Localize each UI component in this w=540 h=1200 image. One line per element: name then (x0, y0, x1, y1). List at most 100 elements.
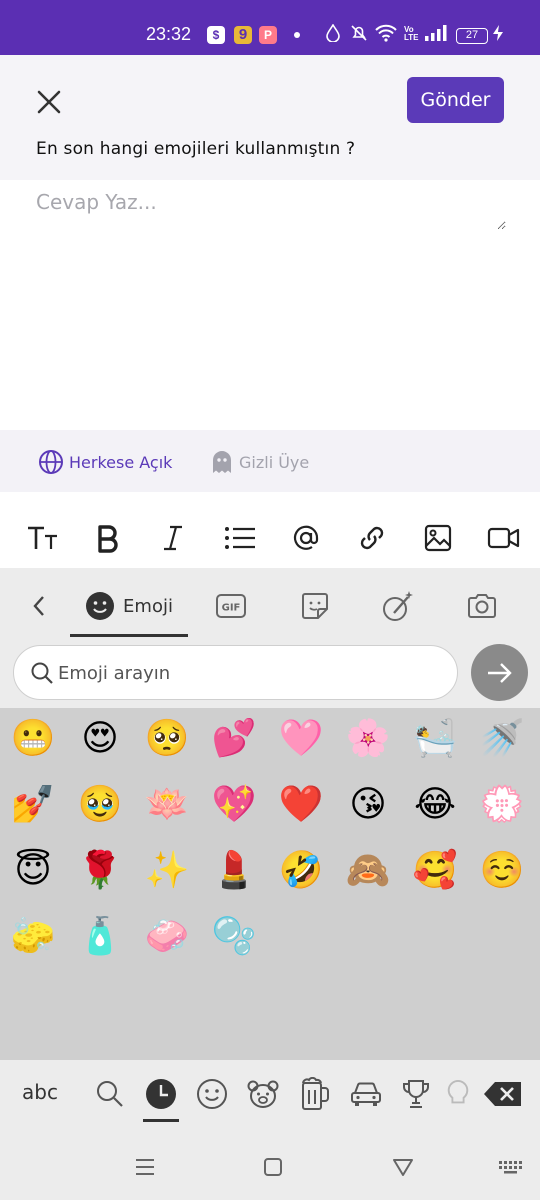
emoji-key[interactable]: ❤️ (271, 774, 331, 834)
video-button[interactable] (486, 520, 522, 556)
trophy-icon (403, 1080, 429, 1108)
emoji-key[interactable]: 💖 (204, 774, 264, 834)
emoji-key[interactable]: 🥹 (70, 774, 130, 834)
lightbulb-icon (447, 1079, 469, 1104)
back-nav-button[interactable] (388, 1152, 418, 1182)
category-travel[interactable] (346, 1074, 386, 1114)
emoji-key[interactable]: 💅 (3, 774, 63, 834)
emoji-key[interactable]: 🫧 (204, 906, 264, 966)
camera-button[interactable] (464, 588, 500, 624)
emoji-key[interactable]: 🌸 (338, 708, 398, 768)
at-sign-icon (293, 525, 319, 550)
emoji-key[interactable]: 🧼 (137, 906, 197, 966)
emoji-key[interactable]: ☺️ (472, 840, 532, 900)
globe-icon (39, 450, 63, 474)
close-button[interactable] (30, 83, 68, 121)
video-icon (487, 527, 520, 549)
category-search[interactable] (90, 1074, 130, 1114)
keyboard-tabs: Emoji GIF (0, 568, 540, 640)
gif-icon: GIF (216, 594, 246, 618)
emoji-key[interactable]: 🪷 (137, 774, 197, 834)
emoji-key[interactable]: 🤣 (271, 840, 331, 900)
system-nav-bar (0, 1136, 540, 1200)
category-animals[interactable] (243, 1074, 283, 1114)
emoji-key[interactable]: 😬 (3, 708, 63, 768)
emoji-key[interactable]: 🛀 (405, 708, 465, 768)
home-button[interactable] (258, 1152, 288, 1182)
app-notification-icon: $ (207, 26, 225, 44)
emoji-key[interactable]: 🙈 (338, 840, 398, 900)
tab-emoji-kitchen[interactable] (380, 588, 416, 624)
keyboard-switch-button[interactable] (496, 1152, 526, 1182)
volte-label: Vo LTE (404, 25, 419, 42)
close-icon (37, 90, 61, 114)
water-drop-icon (326, 23, 340, 47)
status-bar: 23:32 $ 9 P Vo LTE 27 (0, 0, 540, 55)
public-option-label: Herkese Açık (69, 452, 173, 472)
link-icon (360, 526, 384, 550)
battery-indicator: 27 (456, 28, 488, 44)
emoji-key[interactable]: ✨ (137, 840, 197, 900)
category-smileys[interactable] (192, 1074, 232, 1114)
search-go-button[interactable] (471, 644, 528, 701)
abc-button[interactable]: abc (22, 1080, 58, 1104)
recent-apps-button[interactable] (130, 1152, 160, 1182)
category-activities[interactable] (396, 1074, 436, 1114)
gif-label: GIF (222, 603, 241, 614)
emoji-key[interactable]: 😂 (405, 774, 465, 834)
public-option[interactable]: Herkese Açık (38, 448, 172, 476)
tab-gif[interactable]: GIF (213, 588, 249, 624)
emoji-search-row (0, 640, 540, 708)
anonymous-option-label: Gizli Üye (239, 452, 310, 472)
emoji-key[interactable]: 😘 (338, 774, 398, 834)
emoji-key[interactable]: 🩷 (271, 708, 331, 768)
list-button[interactable] (222, 520, 258, 556)
more-notifications-dot (294, 32, 300, 38)
emoji-key[interactable]: 🥺 (137, 708, 197, 768)
mention-button[interactable] (288, 520, 324, 556)
emoji-categories: abc (0, 1060, 540, 1136)
answer-area (0, 180, 540, 430)
text-size-button[interactable] (25, 520, 61, 556)
chevron-left-icon (33, 596, 44, 616)
back-button[interactable] (24, 588, 54, 624)
image-button[interactable] (420, 520, 456, 556)
answer-input[interactable] (36, 190, 506, 230)
backspace-icon (484, 1082, 521, 1106)
triangle-icon (393, 1159, 413, 1176)
emoji-key[interactable]: 🌹 (70, 840, 130, 900)
arrow-right-icon (487, 662, 512, 683)
search-icon (30, 661, 54, 689)
backspace-button[interactable] (482, 1074, 524, 1114)
category-recent[interactable] (141, 1074, 181, 1114)
emoji-key[interactable]: 😍 (70, 708, 130, 768)
emoji-search-box (13, 645, 458, 700)
bold-icon (98, 525, 118, 553)
italic-icon (164, 525, 182, 551)
signal-icon (424, 24, 448, 47)
tab-emoji[interactable]: Emoji (70, 588, 188, 624)
clock-icon (146, 1079, 176, 1109)
emoji-key[interactable]: 💕 (204, 708, 264, 768)
send-button[interactable]: Gönder (407, 77, 504, 123)
magic-brush-icon (383, 591, 413, 621)
italic-button[interactable] (155, 520, 191, 556)
emoji-search-input[interactable] (58, 658, 438, 688)
emoji-key[interactable]: 😇 (3, 840, 63, 900)
anonymous-option[interactable]: Gizli Üye (210, 448, 309, 476)
emoji-key[interactable]: 💮 (472, 774, 532, 834)
category-food[interactable] (295, 1074, 335, 1114)
bold-button[interactable] (90, 520, 126, 556)
link-button[interactable] (354, 520, 390, 556)
compose-header: Gönder En son hangi emojileri kullanmışt… (0, 55, 540, 180)
tab-stickers[interactable] (297, 588, 333, 624)
emoji-key[interactable]: 🚿 (472, 708, 532, 768)
emoji-key[interactable]: 🧽 (3, 906, 63, 966)
status-time: 23:32 (146, 24, 192, 44)
emoji-key[interactable]: 🥰 (405, 840, 465, 900)
category-objects[interactable] (444, 1074, 472, 1114)
emoji-key[interactable]: 🧴 (70, 906, 130, 966)
bear-icon (247, 1080, 279, 1108)
active-category-indicator (143, 1119, 179, 1122)
emoji-key[interactable]: 💄 (204, 840, 264, 900)
